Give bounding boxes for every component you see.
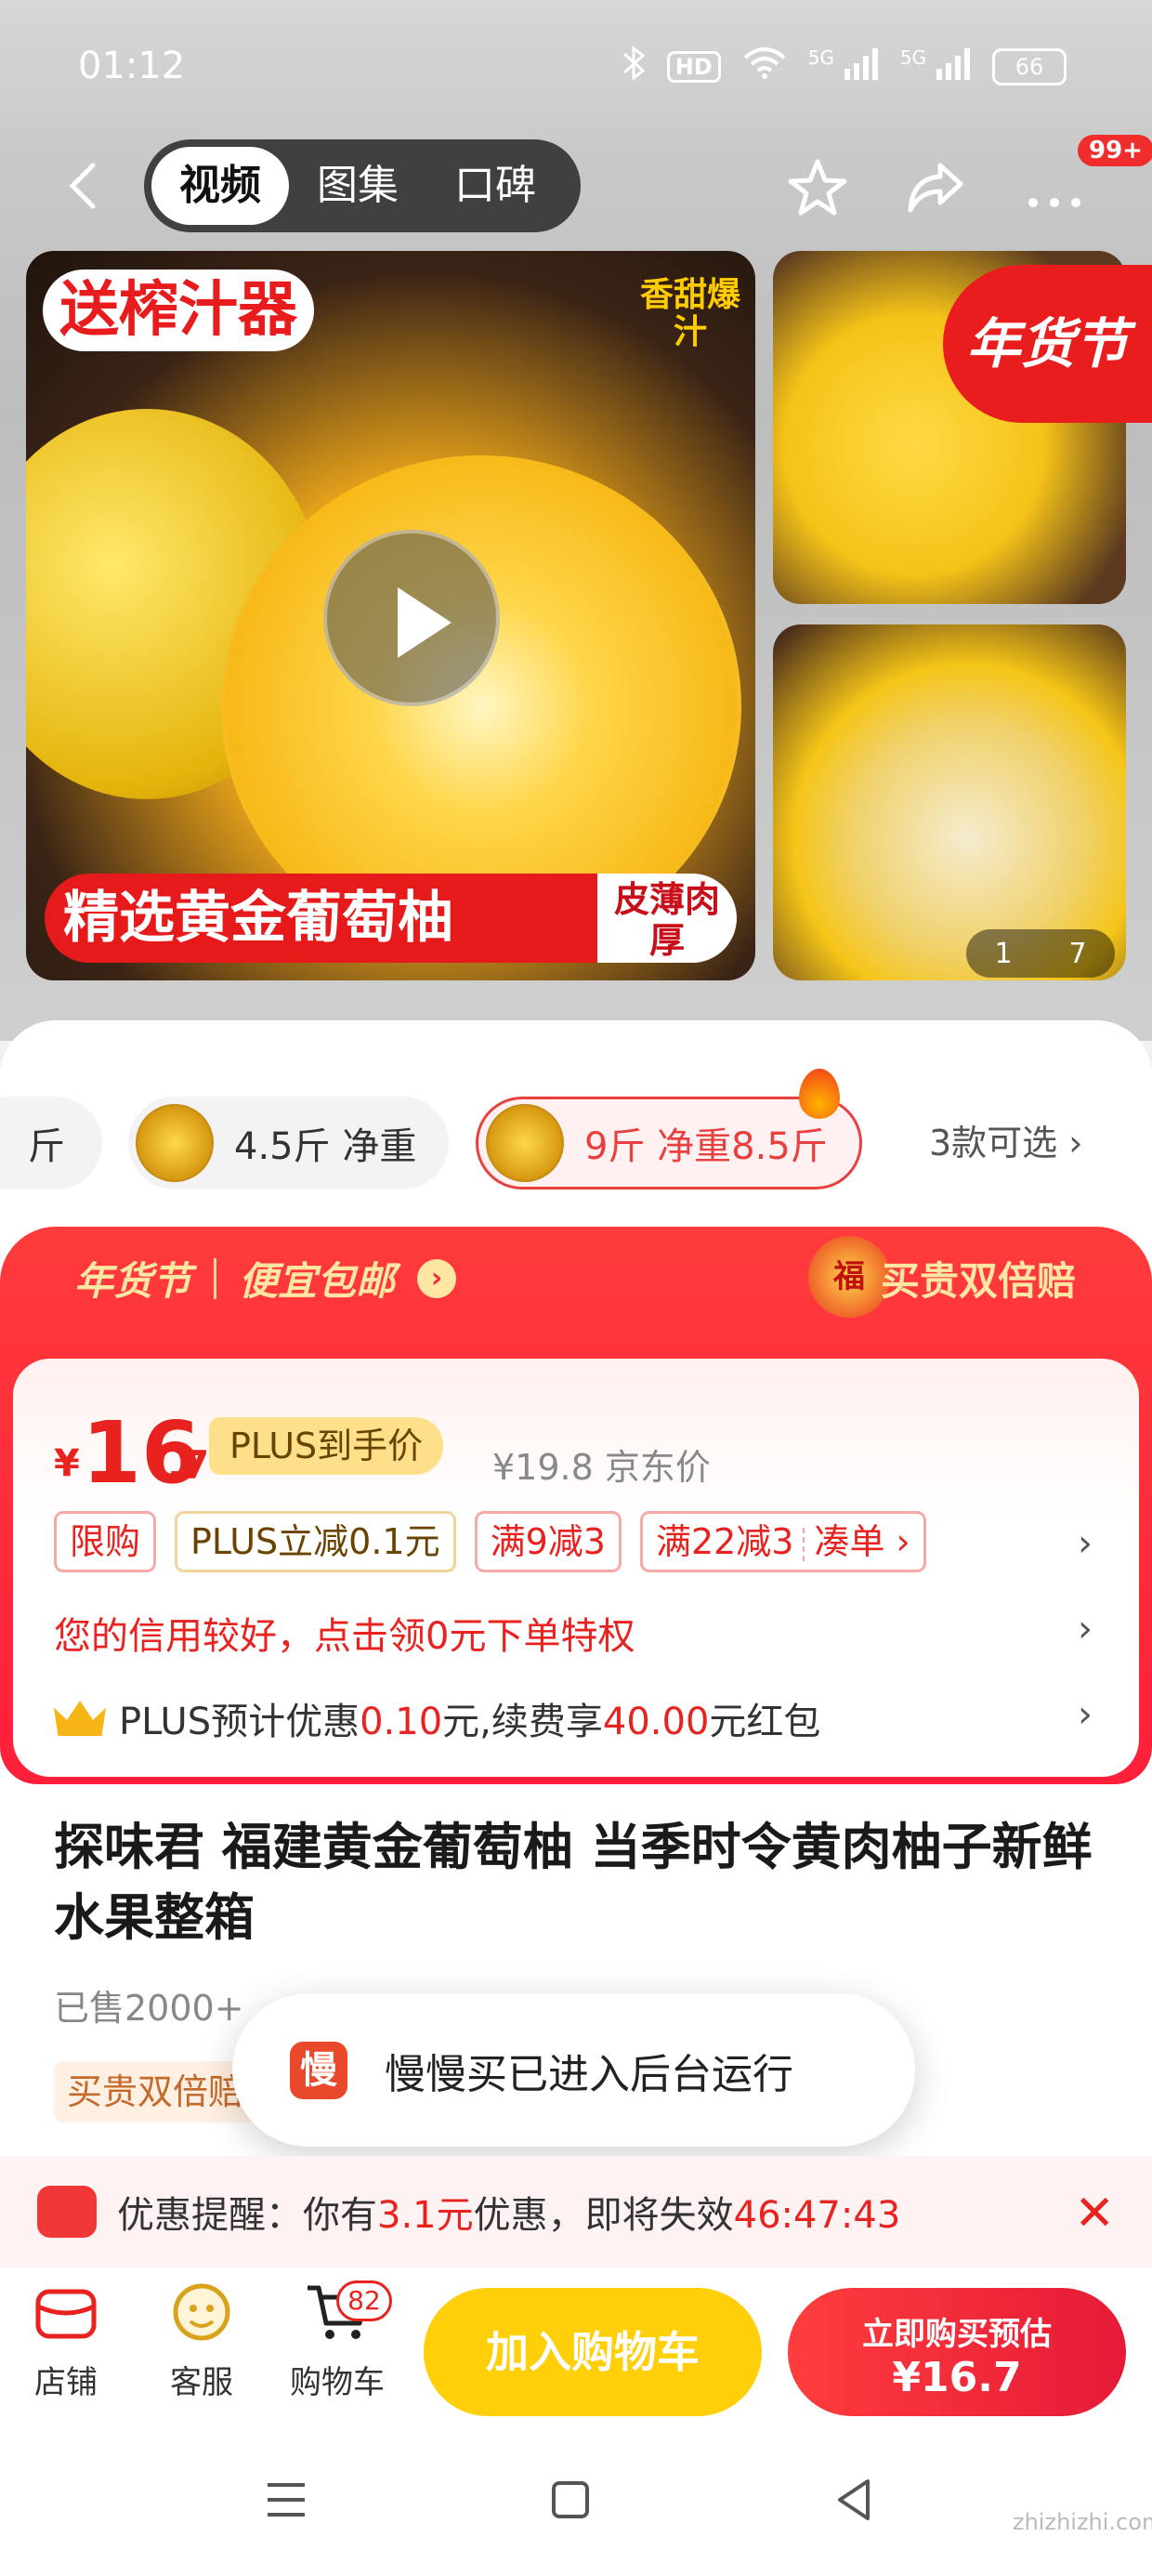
tag-limited: 限购 — [54, 1511, 157, 1572]
buy-now-button[interactable]: 立即购买预估 ¥16.7 — [788, 2288, 1126, 2416]
credit-privilege-link[interactable]: 您的信用较好，点击领0元下单特权 — [54, 1606, 635, 1660]
status-icons: HD 5G 5G 66 — [622, 45, 1067, 88]
battery-icon: 66 — [992, 47, 1067, 85]
shop-button[interactable]: 店铺 — [15, 2279, 117, 2402]
chevron-right-icon[interactable]: › — [1078, 1693, 1093, 1736]
fortune-icon: 福 — [808, 1236, 890, 1318]
gallery-pager: 17 — [966, 929, 1115, 978]
shipping-label: 便宜包邮 — [239, 1258, 396, 1304]
reminder-text: 优惠提醒：你有3.1元优惠，即将失效46:47:43 — [117, 2194, 901, 2237]
gallery-thumbnail-2[interactable] — [773, 624, 1126, 980]
tab-video[interactable]: 视频 — [151, 147, 289, 225]
wifi-icon — [741, 45, 788, 88]
tag-22-3: 满22减3 凑单 › — [639, 1511, 926, 1572]
discount-tags[interactable]: 限购 PLUS立减0.1元 满9减3 满22减3 凑单 › — [54, 1511, 926, 1572]
banner-main-text: 精选黄金葡萄柚 — [63, 886, 453, 951]
plus-savings-line[interactable]: PLUS预计优惠0.10元,续费享40.00元红包 — [54, 1691, 820, 1745]
currency-symbol: ¥ — [54, 1442, 80, 1485]
close-icon[interactable]: ✕ — [1074, 2186, 1115, 2241]
top-nav: 视频 图集 口碑 — [0, 139, 1152, 232]
hd-voice-icon: HD — [666, 50, 721, 83]
tag-plus-discount: PLUS立减0.1元 — [175, 1511, 456, 1572]
service-button[interactable]: 客服 — [151, 2279, 253, 2402]
system-nav-bar — [0, 2425, 1152, 2576]
double-compensation-label[interactable]: 买贵双倍赔 — [881, 1250, 1076, 1307]
cart-count-badge: 82 — [336, 2280, 392, 2321]
media-tabs: 视频 图集 口碑 — [144, 139, 581, 232]
plus-price-tag: PLUS到手价 — [209, 1417, 444, 1475]
discount-reminder[interactable]: 优惠提醒：你有3.1元优惠，即将失效46:47:43 ✕ — [0, 2156, 1152, 2267]
festival-badge: 年货节 — [943, 265, 1152, 423]
app-icon: 慢 — [290, 2041, 347, 2099]
crown-icon — [54, 1701, 106, 1736]
variant-thumb — [486, 1104, 564, 1182]
divider — [214, 1257, 217, 1299]
back-icon[interactable] — [58, 158, 113, 214]
promo-badge: 送榨汁器 — [43, 269, 314, 351]
chevron-right-icon[interactable]: › — [1078, 1608, 1093, 1650]
coupon-icon — [37, 2186, 97, 2238]
banner-side-text: 皮薄肉厚 — [597, 874, 737, 963]
main-video-thumbnail[interactable]: 送榨汁器 香甜爆汁 精选黄金葡萄柚 皮薄肉厚 — [26, 251, 755, 980]
star-icon[interactable] — [785, 156, 850, 221]
toast-text: 慢慢买已进入后台运行 — [385, 2050, 793, 2098]
more-variants-link[interactable]: 3款可选 › — [929, 1097, 1082, 1189]
back-nav-icon[interactable] — [827, 2472, 883, 2528]
jd-price: ¥19.8 京东价 — [492, 1447, 711, 1488]
shop-icon — [33, 2279, 99, 2346]
promo-side-text: 香甜爆汁 — [639, 276, 740, 351]
chevron-right-icon[interactable]: › — [1078, 1522, 1093, 1565]
tab-reviews[interactable]: 口碑 — [426, 147, 564, 225]
product-banner: 精选黄金葡萄柚 皮薄肉厚 — [45, 874, 737, 963]
signal-icon-1: 5G — [808, 46, 880, 86]
home-icon[interactable] — [543, 2472, 598, 2528]
tab-gallery[interactable]: 图集 — [289, 147, 426, 225]
customer-service-icon — [168, 2279, 235, 2346]
sold-count: 已售2000+ — [54, 1988, 244, 2029]
background-toast: 慢 慢慢买已进入后台运行 — [232, 1993, 915, 2147]
add-to-cart-button[interactable]: 加入购物车 — [424, 2288, 762, 2416]
product-title: 探味君 福建黄金葡萄柚 当季时令黄肉柚子新鲜水果整箱 — [54, 1818, 1093, 1947]
price-decimal: .7 — [167, 1442, 210, 1488]
play-icon[interactable] — [323, 530, 500, 706]
tag-9-3: 满9减3 — [474, 1511, 622, 1572]
bluetooth-icon — [622, 45, 647, 88]
status-bar: 01:12 HD 5G 5G 66 — [0, 0, 1152, 130]
clock: 01:12 — [78, 45, 186, 87]
menu-icon[interactable] — [258, 2472, 314, 2528]
watermark: zhizhizhi.com — [1013, 2509, 1152, 2535]
festival-label: 年货节 — [74, 1258, 192, 1304]
signal-icon-2: 5G — [900, 46, 972, 86]
chevron-right-icon: › — [417, 1258, 457, 1298]
variant-chip-4-5[interactable]: 4.5斤 净重 — [128, 1097, 449, 1189]
promo-header[interactable]: 年货节 便宜包邮 › — [74, 1250, 457, 1307]
variant-chip-partial[interactable]: 斤 — [0, 1097, 102, 1189]
share-icon[interactable] — [903, 156, 968, 221]
notification-badge: 99+ — [1078, 135, 1152, 166]
more-icon[interactable] — [1022, 156, 1087, 221]
variant-thumb — [136, 1104, 214, 1182]
